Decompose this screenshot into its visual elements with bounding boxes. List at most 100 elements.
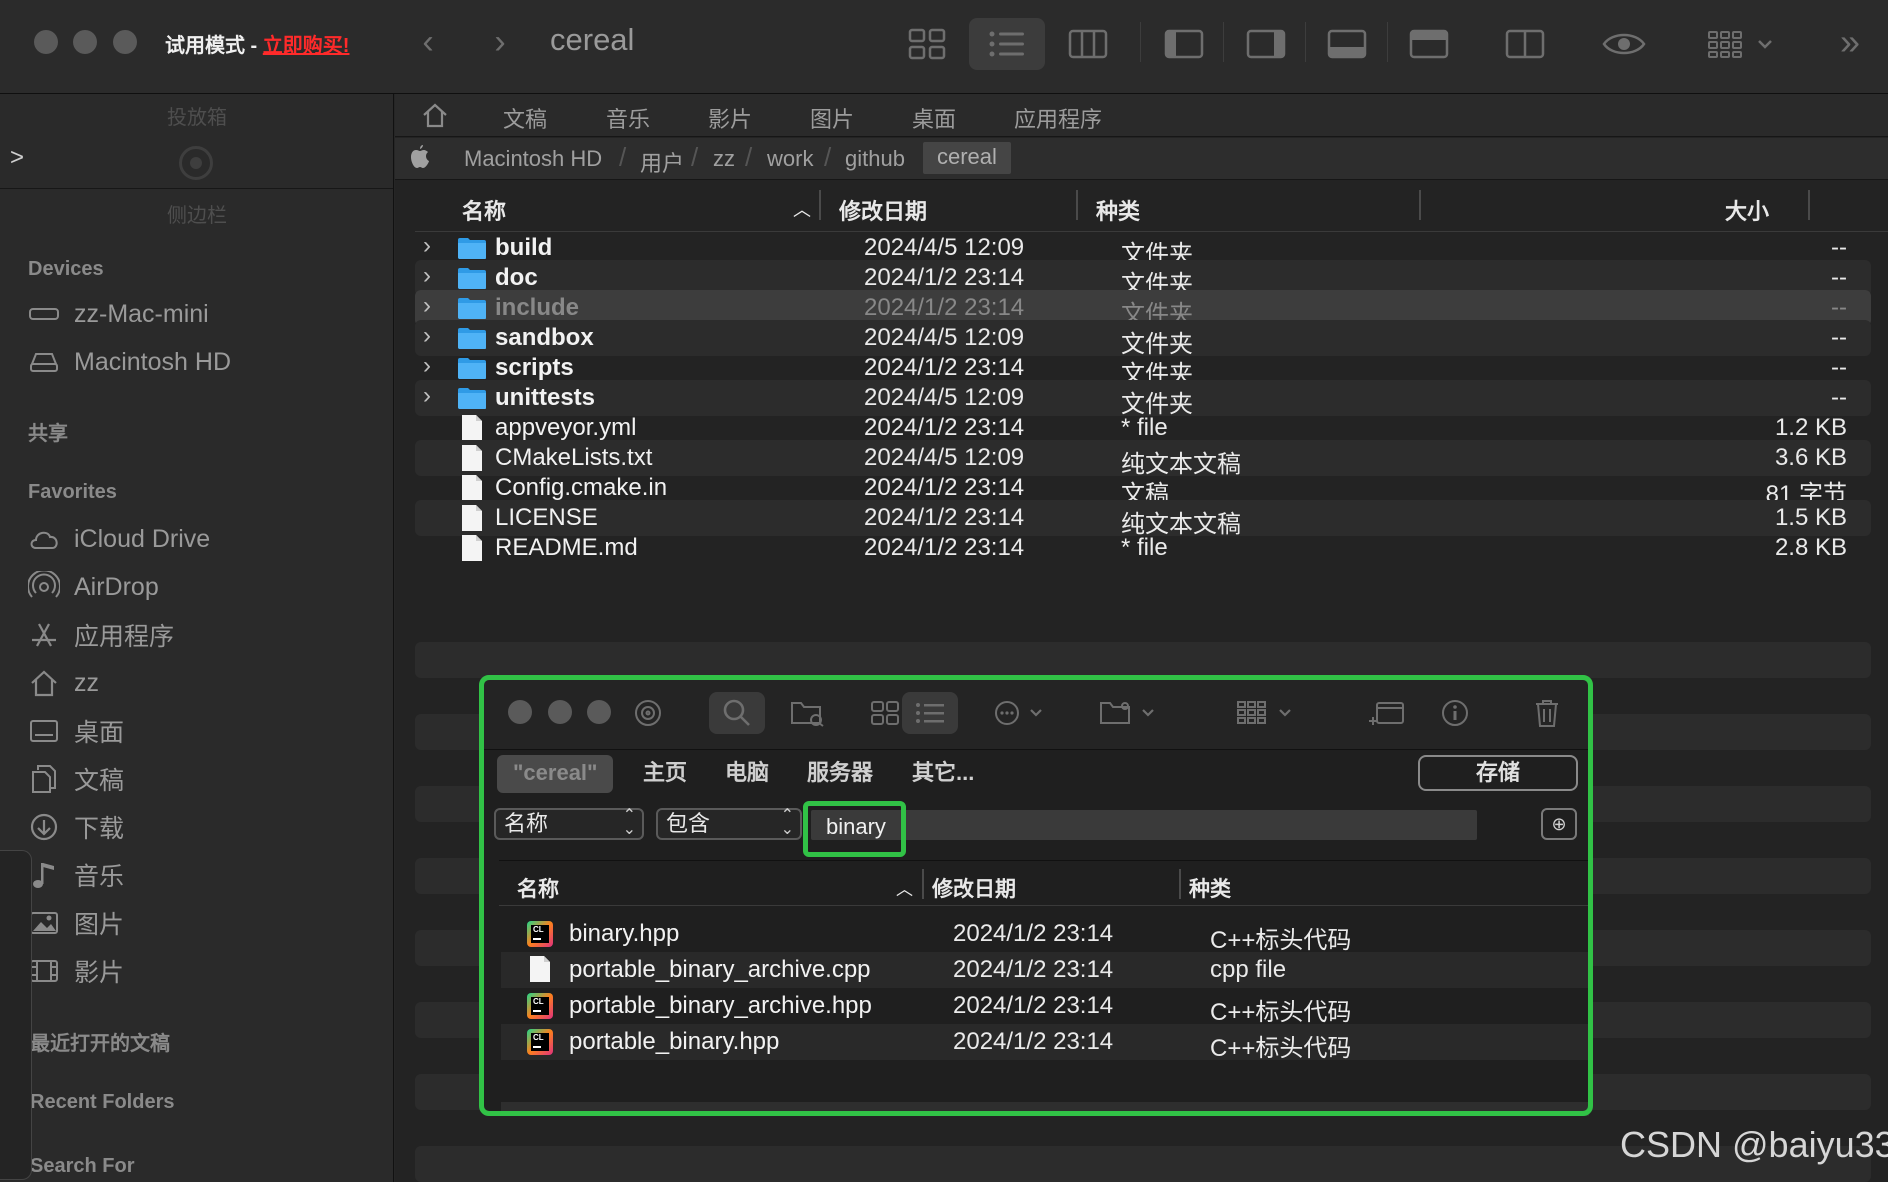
trash-icon[interactable]	[1519, 692, 1575, 734]
scope-servers[interactable]: 服务器	[807, 755, 873, 793]
list-icon[interactable]	[902, 692, 958, 734]
column-kind[interactable]: 种类	[1189, 873, 1231, 903]
close-button[interactable]	[34, 30, 58, 54]
sidebar-item-home[interactable]: zz	[28, 663, 99, 703]
tab-applications[interactable]: 应用程序	[1014, 102, 1102, 134]
result-row[interactable]: CL portable_binary.hpp 2024/1/2 23:14 C++标头…	[501, 1024, 1589, 1062]
column-size[interactable]: 大小	[1725, 194, 1769, 226]
disclosure-chevron-icon[interactable]: ›	[423, 352, 431, 380]
scope-current-folder[interactable]: "cereal"	[497, 755, 614, 793]
forward-button[interactable]: ›	[480, 20, 520, 64]
minimize-button[interactable]	[73, 30, 97, 54]
folder-actions-icon[interactable]	[1092, 692, 1168, 734]
tab-desktop[interactable]: 桌面	[912, 102, 956, 134]
toggle-preview-button[interactable]	[1228, 18, 1304, 70]
info-icon[interactable]	[1427, 692, 1483, 734]
apple-icon[interactable]	[409, 144, 431, 176]
scope-home[interactable]: 主页	[643, 755, 687, 793]
more-actions-icon[interactable]	[983, 692, 1059, 734]
search-icon[interactable]	[709, 692, 765, 734]
sidebar-item-music[interactable]: 音乐	[28, 855, 124, 895]
trial-label: 试用模式 -	[165, 35, 263, 57]
tab-documents[interactable]: 文稿	[503, 102, 547, 134]
column-modified[interactable]: 修改日期	[839, 194, 927, 226]
sidebar-item-desktop[interactable]: 桌面	[28, 711, 124, 751]
column-kind[interactable]: 种类	[1096, 194, 1140, 226]
disclosure-chevron-icon[interactable]: ›	[423, 322, 431, 350]
zoom-button[interactable]	[587, 700, 611, 724]
sidebar-item-applications[interactable]: 应用程序	[28, 615, 174, 655]
sidebar-item-documents[interactable]: 文稿	[28, 759, 124, 799]
sidebar-item-macintosh-hd[interactable]: Macintosh HD	[28, 342, 231, 382]
dual-pane-button[interactable]	[1487, 18, 1563, 70]
operator-select[interactable]: 包含 ⌃ ⌄	[656, 808, 802, 840]
breadcrumb-current[interactable]: cereal	[923, 142, 1011, 174]
sort-ascending-icon[interactable]: ︿	[793, 196, 811, 222]
breadcrumb-item[interactable]: 用户	[640, 146, 684, 178]
toggle-sidebar-button[interactable]	[1146, 18, 1222, 70]
buy-now-link[interactable]: 立即购买!	[263, 35, 350, 57]
column-modified[interactable]: 修改日期	[932, 873, 1016, 903]
column-name[interactable]: 名称	[517, 873, 559, 903]
sidebar-item-movies[interactable]: 影片	[28, 951, 124, 991]
result-row[interactable]: CL portable_binary_archive.hpp 2024/1/2 23…	[501, 988, 1589, 1026]
sidebar-item-airdrop[interactable]: AirDrop	[28, 567, 159, 607]
toggle-tabbar-button[interactable]	[1391, 18, 1467, 70]
tab-movies[interactable]: 影片	[708, 102, 752, 134]
sidebar-item-pictures[interactable]: 图片	[28, 903, 124, 943]
group-icon[interactable]	[1229, 692, 1305, 734]
section-shared: 共享	[28, 423, 68, 445]
sort-ascending-icon[interactable]: ︿	[896, 875, 913, 900]
breadcrumb-item[interactable]: github	[845, 146, 905, 172]
list-view-button[interactable]	[969, 18, 1045, 70]
home-icon[interactable]	[421, 102, 449, 134]
zoom-button[interactable]	[113, 30, 137, 54]
tab-music[interactable]: 音乐	[606, 102, 650, 134]
new-tab-icon[interactable]	[1359, 692, 1415, 734]
column-divider[interactable]	[1419, 190, 1421, 220]
new-folder-icon[interactable]	[779, 692, 835, 734]
panel-top-icon	[1409, 29, 1449, 59]
close-button[interactable]	[508, 700, 532, 724]
file-date: 2024/4/5 12:09	[864, 444, 1025, 471]
breadcrumb-item[interactable]: Macintosh HD	[464, 146, 602, 172]
quick-look-button[interactable]	[1586, 18, 1662, 70]
tab-pictures[interactable]: 图片	[810, 102, 854, 134]
result-row[interactable]: portable_binary_archive.cpp 2024/1/2 23:1…	[501, 952, 1589, 988]
disclosure-chevron-icon[interactable]: ›	[423, 382, 431, 410]
column-divider[interactable]	[1179, 869, 1181, 899]
disclosure-chevron-icon[interactable]: ›	[423, 292, 431, 320]
file-row[interactable]: README.md 2024/1/2 23:14 * file 2.8 KB	[415, 530, 1871, 566]
chevron-right-icon[interactable]: >	[10, 144, 24, 172]
column-divider[interactable]	[819, 190, 821, 220]
column-divider[interactable]	[1808, 190, 1810, 220]
attribute-select[interactable]: 名称 ⌃ ⌄	[494, 808, 644, 840]
add-criteria-button[interactable]: ⊕	[1541, 808, 1577, 840]
column-view-button[interactable]	[1050, 18, 1126, 70]
pictures-icon	[28, 907, 60, 939]
drop-zone[interactable]: 投放箱 >	[0, 94, 393, 189]
airdrop-icon[interactable]	[620, 692, 676, 734]
scope-computer[interactable]: 电脑	[725, 755, 769, 793]
column-divider[interactable]	[1076, 190, 1078, 220]
group-by-button[interactable]	[1704, 18, 1780, 70]
icon-view-button[interactable]	[889, 18, 965, 70]
save-search-button[interactable]: 存储	[1418, 755, 1578, 791]
search-input[interactable]	[811, 810, 1477, 840]
toggle-statusbar-button[interactable]	[1309, 18, 1385, 70]
sidebar-item-label: 下载	[74, 815, 125, 843]
column-name[interactable]: 名称	[462, 194, 506, 226]
sidebar-item-icloud[interactable]: iCloud Drive	[28, 519, 210, 559]
disclosure-chevron-icon[interactable]: ›	[423, 262, 431, 290]
breadcrumb-item[interactable]: zz	[713, 146, 735, 172]
column-divider[interactable]	[922, 869, 924, 899]
disclosure-chevron-icon[interactable]: ›	[423, 232, 431, 260]
result-row[interactable]: CL binary.hpp 2024/1/2 23:14 C++标头代码	[501, 916, 1589, 954]
sidebar-item-downloads[interactable]: 下载	[28, 807, 124, 847]
sidebar-item-mac-mini[interactable]: zz-Mac-mini	[28, 294, 209, 334]
minimize-button[interactable]	[548, 700, 572, 724]
breadcrumb-item[interactable]: work	[767, 146, 813, 172]
scope-other[interactable]: 其它...	[912, 755, 974, 793]
toolbar-overflow-button[interactable]: »	[1830, 20, 1870, 64]
back-button[interactable]: ‹	[408, 20, 448, 64]
